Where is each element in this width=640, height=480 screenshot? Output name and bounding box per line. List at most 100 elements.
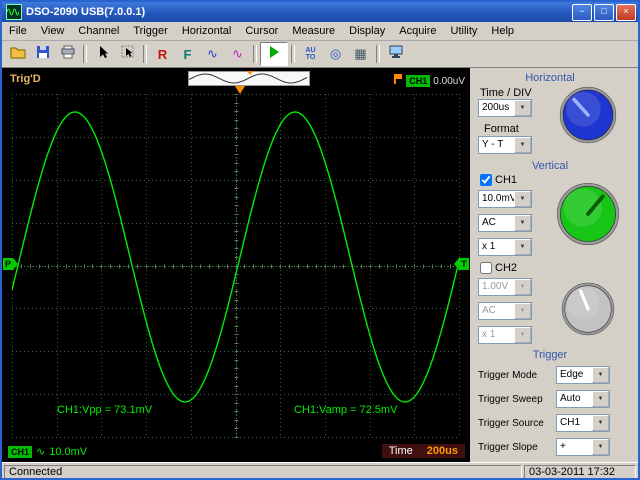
cursor-tool-button[interactable] [90, 42, 115, 66]
toolbar-separator [253, 45, 257, 63]
waveform-zoom-out-button[interactable]: ∿ [225, 42, 250, 66]
trigger-source-dropdown[interactable]: CH1 ▼ [556, 414, 610, 432]
toolbar-separator [143, 45, 147, 63]
grid-icon: ▦ [354, 46, 367, 61]
toolbar-separator [291, 45, 295, 63]
waveform-zoom-in-button[interactable]: ∿ [200, 42, 225, 66]
ch1-volts-div-dropdown[interactable]: 10.0mV ▼ [478, 190, 532, 208]
dropdown-arrow-icon: ▼ [592, 439, 609, 455]
open-file-button[interactable] [5, 42, 30, 66]
select-tool-button[interactable] [115, 42, 140, 66]
time-div-label: Time / DIV [480, 87, 532, 99]
trigger-channel-badge: CH1 [406, 75, 431, 87]
start-stop-button[interactable] [260, 42, 288, 66]
buffer-position-marker[interactable] [247, 71, 253, 75]
time-value: 200us [426, 445, 458, 457]
trigger-level-marker[interactable]: T [454, 258, 469, 270]
auto-setup-icon: AU TO [305, 47, 316, 61]
buffer-preview[interactable] [188, 71, 310, 86]
vertical-section-title: Vertical [531, 160, 569, 172]
menu-acquire[interactable]: Acquire [392, 23, 443, 39]
menu-utility[interactable]: Utility [444, 23, 485, 39]
close-button[interactable]: × [616, 3, 636, 21]
format-label: Format [484, 123, 519, 135]
menu-bar: File View Channel Trigger Horizontal Cur… [2, 22, 638, 41]
trigger-flag-icon [393, 72, 403, 90]
ch1-label: CH1 [495, 174, 518, 186]
trigger-info: CH1 0.00uV [393, 72, 465, 90]
monitor-icon [388, 45, 404, 64]
menu-cursor[interactable]: Cursor [238, 23, 285, 39]
display-grid-button[interactable]: ▦ [348, 42, 373, 66]
measurement-vamp: CH1:Vamp = 72.5mV [294, 404, 398, 416]
ch1-probe-dropdown[interactable]: x 1 ▼ [478, 238, 532, 256]
menu-measure[interactable]: Measure [285, 23, 342, 39]
ch2-volts-div-dropdown[interactable]: 1.00V ▼ [478, 278, 532, 296]
minimize-button[interactable]: − [572, 3, 592, 21]
menu-help[interactable]: Help [484, 23, 521, 39]
refresh-button[interactable]: R [150, 42, 175, 66]
dropdown-arrow-icon: ▼ [514, 137, 531, 153]
trigger-section-title: Trigger [532, 349, 568, 361]
ch1-vertical-knob[interactable] [556, 182, 620, 246]
trigger-mode-label: Trigger Mode [478, 370, 538, 381]
dropdown-arrow-icon: ▼ [592, 415, 609, 431]
toolbar-separator [83, 45, 87, 63]
menu-channel[interactable]: Channel [71, 23, 126, 39]
menu-horizontal[interactable]: Horizontal [175, 23, 239, 39]
arrow-cursor-icon [96, 45, 110, 64]
dropdown-arrow-icon: ▼ [514, 303, 531, 319]
printer-icon [60, 45, 76, 64]
system-info-button[interactable] [383, 42, 408, 66]
ch2-checkbox[interactable] [480, 262, 492, 274]
self-calibration-button[interactable]: ◎ [323, 42, 348, 66]
ch2-coupling-dropdown[interactable]: AC ▼ [478, 302, 532, 320]
trigger-slope-label: Trigger Slope [478, 442, 538, 453]
refresh-icon: R [157, 46, 168, 62]
graticule [11, 94, 461, 438]
dropdown-arrow-icon: ▼ [592, 391, 609, 407]
trigger-sweep-dropdown[interactable]: Auto ▼ [556, 390, 610, 408]
channel-position-marker[interactable]: P [3, 258, 18, 270]
ch2-probe-dropdown[interactable]: x 1 ▼ [478, 326, 532, 344]
time-label: Time [388, 445, 413, 457]
open-folder-icon [10, 45, 26, 64]
ch1-checkbox[interactable] [480, 174, 492, 186]
app-window: DSO-2090 USB(7.0.0.1) − □ × File View Ch… [0, 0, 640, 480]
maximize-button[interactable]: □ [594, 3, 614, 21]
dropdown-arrow-icon: ▼ [514, 191, 531, 207]
save-button[interactable] [30, 42, 55, 66]
measurement-vpp: CH1:Vpp = 73.1mV [57, 404, 153, 416]
menu-trigger[interactable]: Trigger [126, 23, 174, 39]
ch2-label: CH2 [495, 262, 518, 274]
arrow-select-icon [121, 45, 135, 64]
ch1-badge: CH1 [8, 445, 33, 458]
ch2-vertical-knob[interactable] [561, 282, 615, 336]
menu-view[interactable]: View [34, 23, 72, 39]
menu-display[interactable]: Display [342, 23, 392, 39]
trigger-mode-dropdown[interactable]: Edge ▼ [556, 366, 610, 384]
toolbar: R F ∿ ∿ AU TO ◎ ▦ [2, 41, 638, 68]
menu-file[interactable]: File [2, 23, 34, 39]
trigger-time-marker[interactable] [235, 86, 245, 94]
auto-setup-button[interactable]: AU TO [298, 42, 323, 66]
trigger-source-label: Trigger Source [478, 418, 544, 429]
play-icon [267, 45, 281, 64]
ch2-enable-row: CH2 [480, 262, 517, 274]
ch1-coupling-dropdown[interactable]: AC ▼ [478, 214, 532, 232]
ch1-enable-row: CH1 [480, 174, 517, 186]
dropdown-arrow-icon: ▼ [514, 215, 531, 231]
trigger-slope-dropdown[interactable]: + ▼ [556, 438, 610, 456]
title-bar[interactable]: DSO-2090 USB(7.0.0.1) − □ × [2, 2, 638, 22]
horizontal-knob[interactable] [559, 86, 617, 144]
print-button[interactable] [55, 42, 80, 66]
timebase-readout: Time 200us [381, 444, 465, 458]
ch1-coupling-icon: ∿ [36, 446, 46, 458]
fft-button[interactable]: F [175, 42, 200, 66]
fft-icon: F [183, 46, 192, 62]
time-div-dropdown[interactable]: 200us ▼ [478, 99, 532, 117]
format-dropdown[interactable]: Y - T ▼ [478, 136, 532, 154]
horizontal-section-title: Horizontal [525, 72, 575, 84]
dropdown-arrow-icon: ▼ [514, 327, 531, 343]
dropdown-arrow-icon: ▼ [592, 367, 609, 383]
